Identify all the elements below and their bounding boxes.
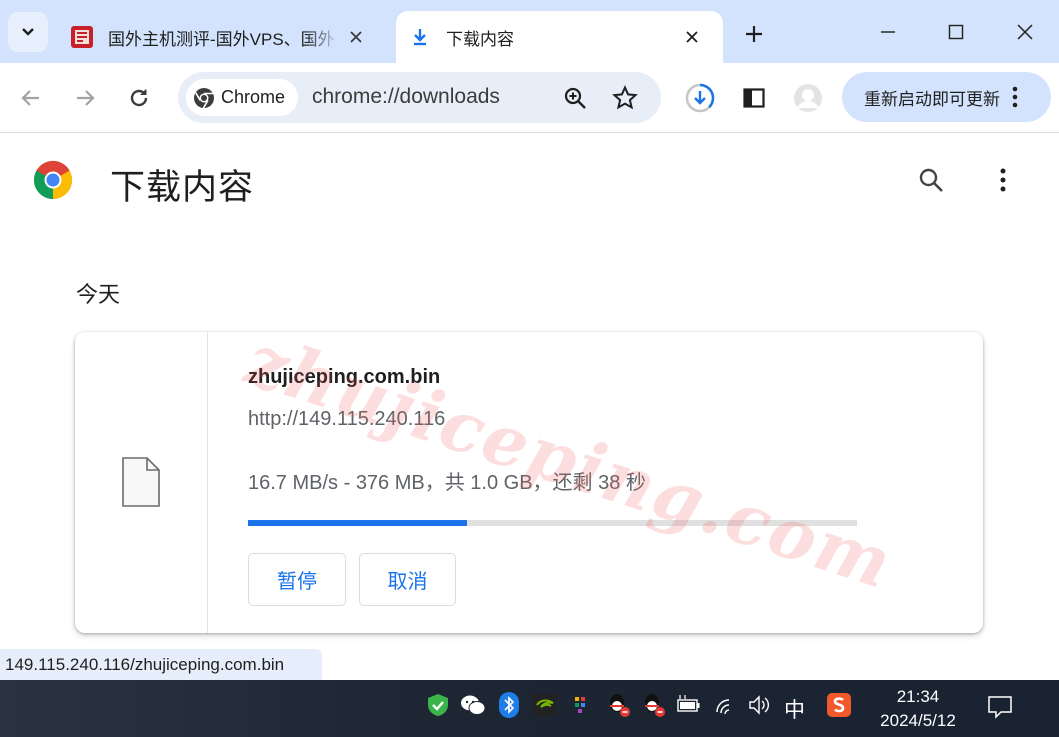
status-bar: 149.115.240.116/zhujiceping.com.bin xyxy=(0,649,322,680)
close-tab-icon[interactable] xyxy=(682,27,702,47)
system-clock[interactable]: 21:34 2024/5/12 xyxy=(868,685,968,733)
zoom-icon[interactable] xyxy=(561,84,589,112)
minimize-icon xyxy=(881,31,895,33)
update-label: 重新启动即可更新 xyxy=(864,89,1000,109)
battery-icon[interactable] xyxy=(676,692,702,718)
arrow-left-icon xyxy=(21,90,39,106)
profile-button[interactable] xyxy=(790,80,826,116)
download-progress-icon xyxy=(685,83,715,113)
omnibox[interactable]: Chrome chrome://downloads xyxy=(178,72,661,123)
close-window-button[interactable] xyxy=(1005,14,1045,50)
minimize-button[interactable] xyxy=(868,14,908,50)
tab-search-button[interactable] xyxy=(8,12,48,52)
progress-fill xyxy=(248,520,468,526)
new-tab-button[interactable] xyxy=(738,18,770,50)
chrome-logo-icon xyxy=(33,160,73,205)
more-vert-icon xyxy=(1012,86,1018,108)
chip-label: Chrome xyxy=(221,87,286,107)
more-actions-button[interactable] xyxy=(985,162,1021,198)
bookmark-star-icon[interactable] xyxy=(611,84,639,112)
side-panel-button[interactable] xyxy=(736,80,772,116)
notification-icon xyxy=(988,696,1012,719)
tab-title: 下载内容 xyxy=(446,29,514,49)
qq-icon[interactable] xyxy=(605,692,631,718)
arrow-right-icon xyxy=(77,90,95,106)
wifi-icon[interactable] xyxy=(713,692,739,718)
notification-center-button[interactable] xyxy=(987,694,1013,720)
side-panel-icon xyxy=(743,88,765,108)
page-title: 下载内容 xyxy=(110,168,255,207)
close-tab-icon[interactable] xyxy=(346,27,366,47)
cancel-button[interactable]: 取消 xyxy=(359,553,456,606)
security-app-icon[interactable] xyxy=(425,692,451,718)
maximize-button[interactable] xyxy=(936,14,976,50)
downloads-toolbar-button[interactable] xyxy=(682,80,718,116)
site-chip[interactable]: Chrome xyxy=(186,79,298,116)
reload-icon xyxy=(130,89,148,107)
url-text[interactable]: chrome://downloads xyxy=(312,85,500,109)
taskbar: 中 21:34 2024/5/12 xyxy=(0,680,1059,737)
clock-date: 2024/5/12 xyxy=(880,711,956,730)
forward-button[interactable] xyxy=(67,80,103,116)
avatar-icon xyxy=(794,84,822,112)
date-section-header: 今天 xyxy=(76,282,121,307)
back-button[interactable] xyxy=(13,80,49,116)
qq-icon[interactable] xyxy=(640,692,666,718)
wechat-icon[interactable] xyxy=(460,692,486,718)
volume-icon[interactable] xyxy=(747,692,773,718)
nvidia-icon[interactable] xyxy=(532,692,558,718)
tab-zhujiceping[interactable]: 国外主机测评-国外VPS、国外 xyxy=(58,11,388,63)
input-method-indicator[interactable]: 中 xyxy=(784,694,805,724)
clock-time: 21:34 xyxy=(896,687,940,706)
close-icon xyxy=(1017,24,1033,40)
app-grid-icon[interactable] xyxy=(568,692,594,718)
toolbar: Chrome chrome://downloads 重新启动即可更新 xyxy=(0,63,1059,133)
download-icon xyxy=(408,25,432,49)
reload-button[interactable] xyxy=(121,80,157,116)
site-favicon-icon xyxy=(70,25,94,49)
tab-strip: 国外主机测评-国外VPS、国外 下载内容 xyxy=(0,0,1059,63)
plus-icon xyxy=(746,26,762,42)
more-vert-icon xyxy=(1000,168,1006,192)
file-icon xyxy=(121,456,161,513)
divider xyxy=(207,332,208,633)
relaunch-update-button[interactable]: 重新启动即可更新 xyxy=(842,72,1051,122)
search-icon xyxy=(919,168,943,192)
tab-downloads[interactable]: 下载内容 xyxy=(396,11,723,63)
tab-title: 国外主机测评-国外VPS、国外 xyxy=(108,29,335,49)
bluetooth-icon[interactable] xyxy=(496,692,522,718)
pause-button[interactable]: 暂停 xyxy=(248,553,346,606)
chevron-down-icon xyxy=(22,28,34,36)
search-downloads-button[interactable] xyxy=(913,162,949,198)
sogou-input-icon[interactable] xyxy=(826,692,852,718)
maximize-icon xyxy=(948,24,964,40)
chrome-logo-icon xyxy=(194,87,214,108)
